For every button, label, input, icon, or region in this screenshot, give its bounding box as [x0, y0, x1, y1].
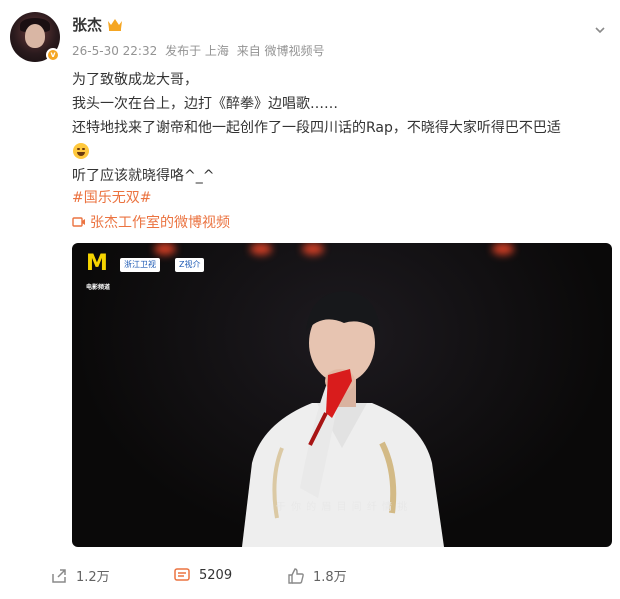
stage-light	[250, 243, 272, 255]
hashtag-link[interactable]: #国乐无双#	[72, 187, 151, 207]
author-name[interactable]: 张杰	[72, 14, 102, 35]
video-player[interactable]: M 电影频道 浙江卫视 Z视介 于 你 的 眉 目 间 纤 情 挑	[72, 243, 612, 547]
like-button[interactable]: 1.8万	[287, 566, 347, 585]
comment-icon	[174, 568, 190, 581]
content-line: 为了致敬成龙大哥，	[72, 72, 198, 88]
comment-count: 5209	[199, 567, 233, 583]
stage-light	[492, 243, 514, 255]
repost-count: 1.2万	[76, 570, 110, 585]
logo-mark: M	[86, 251, 108, 276]
content-line: 听了应该就晓得咯^_^	[72, 168, 215, 184]
content-line: 我头一次在台上，边打《醉拳》边唱歌……	[72, 96, 338, 112]
stage-light	[302, 243, 324, 255]
logo-caption: 电影频道	[86, 284, 111, 291]
video-source-link[interactable]: 张杰工作室的微博视频	[72, 212, 230, 232]
avatar-face	[25, 24, 45, 48]
stage-light	[154, 243, 176, 255]
channel-logo: M 电影频道	[86, 251, 114, 292]
comment-button[interactable]: 5209	[173, 566, 232, 584]
repost-button[interactable]: 1.2万	[50, 566, 110, 585]
like-count: 1.8万	[313, 570, 347, 585]
video-camera-icon	[72, 217, 85, 227]
channel-badge: 浙江卫视	[120, 258, 160, 272]
post-source[interactable]: 来自 微博视频号	[237, 44, 325, 58]
verified-badge-icon: v	[46, 48, 60, 62]
channel-badge: Z视介	[175, 258, 205, 272]
crown-icon	[108, 19, 122, 31]
post-meta: 26-5-30 22:32 发布于 上海 来自 微博视频号	[72, 42, 329, 59]
post-location: 发布于 上海	[165, 44, 229, 58]
content-line: 还特地找来了谢帝和他一起创作了一段四川话的Rap，不晓得大家听得巴不巴适	[72, 120, 561, 136]
chevron-down-icon[interactable]	[594, 24, 606, 36]
post-timestamp[interactable]: 26-5-30 22:32	[72, 44, 157, 58]
repost-icon	[52, 568, 66, 583]
video-source-label: 张杰工作室的微博视频	[90, 215, 230, 231]
laugh-emoji-icon	[73, 143, 89, 159]
thumbs-up-icon	[288, 567, 304, 584]
content-line-emoji	[72, 140, 612, 164]
post-content: 为了致敬成龙大哥， 我头一次在台上，边打《醉拳》边唱歌…… 还特地找来了谢帝和他…	[72, 68, 612, 188]
video-subtitle: 于 你 的 眉 目 间 纤 情 挑	[275, 502, 409, 513]
